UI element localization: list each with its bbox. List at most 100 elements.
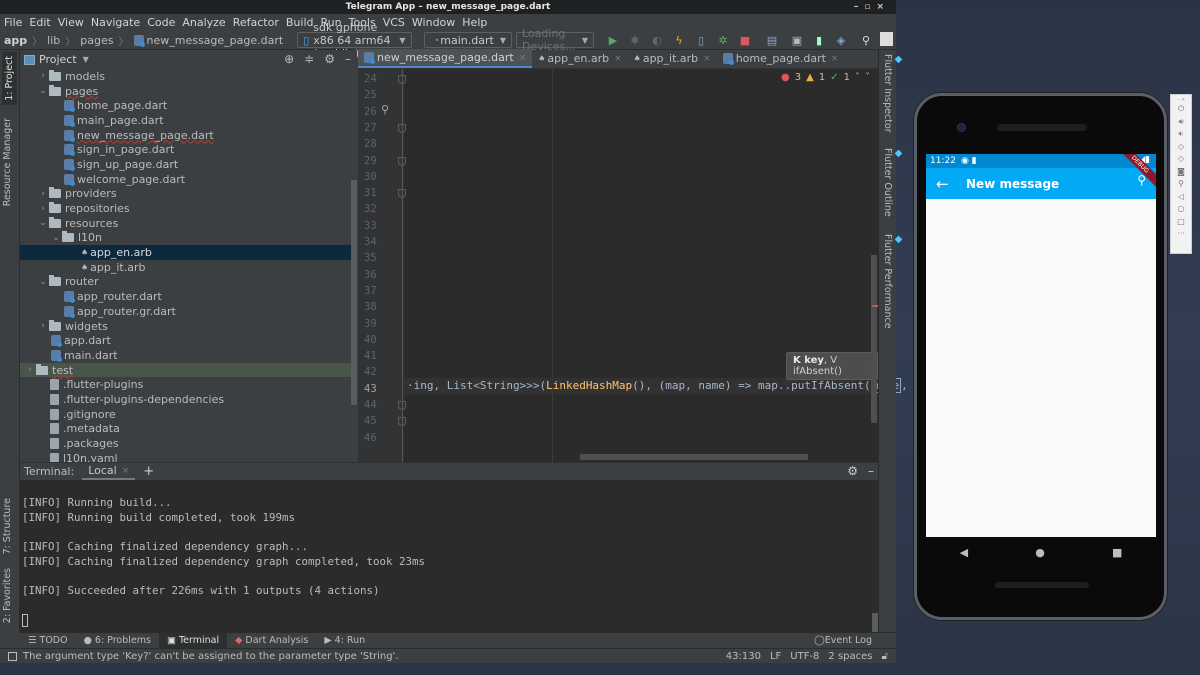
tree-item[interactable]: .flutter-plugins-dependencies xyxy=(20,392,357,407)
new-terminal-icon[interactable]: + xyxy=(143,464,154,479)
breadcrumb-pages[interactable]: pages xyxy=(80,34,113,47)
sdk-manager-icon[interactable]: ◈ xyxy=(833,32,849,48)
tool-window-problems[interactable]: ● 6: Problems xyxy=(76,633,159,649)
terminal-output[interactable]: [INFO] Running build... [INFO] Running bu… xyxy=(20,480,878,628)
tab-flutter-inspector[interactable]: ◆ Flutter Inspector xyxy=(882,54,904,133)
run-icon[interactable]: ▶ xyxy=(605,32,621,48)
status-message[interactable]: The argument type 'Key?' can't be assign… xyxy=(23,651,399,662)
terminal-tab-local[interactable]: Local × xyxy=(82,463,136,480)
tree-item[interactable]: › providers xyxy=(20,187,357,202)
tree-item[interactable]: ⌄ router xyxy=(20,275,357,290)
close-icon[interactable]: × xyxy=(703,54,711,64)
debug-icon[interactable]: ✱ xyxy=(627,32,643,48)
editor-tab[interactable]: new_message_page.dart × xyxy=(358,49,533,68)
volume-up-icon[interactable]: 🔊︎ xyxy=(1178,116,1183,129)
breadcrumb-file[interactable]: new_message_page.dart xyxy=(133,34,283,47)
collapse-all-icon[interactable]: ≑ xyxy=(304,52,314,66)
tree-item[interactable]: welcome_page.dart xyxy=(20,172,357,187)
run-config-selector[interactable]: • main.dart ▼ xyxy=(423,32,512,48)
attach-icon[interactable]: ◐ xyxy=(649,32,665,48)
menu-window[interactable]: Window xyxy=(412,16,455,29)
camera-icon[interactable]: ◙ xyxy=(1177,166,1185,179)
volume-down-icon[interactable]: 🔉︎ xyxy=(1178,128,1183,141)
tree-item[interactable]: ⌄ resources xyxy=(20,216,357,231)
device-selector[interactable]: ▯ sdk gphone x86 64 arm64 (mobile) ▼ xyxy=(297,21,412,60)
tree-item[interactable]: new_message_page.dart xyxy=(20,128,357,143)
terminal-icon[interactable]: ▣ xyxy=(789,32,805,48)
breadcrumb-app[interactable]: app xyxy=(4,34,27,47)
home-icon[interactable]: ○ xyxy=(1178,203,1185,216)
tree-item[interactable]: sign_up_page.dart xyxy=(20,157,357,172)
device-screen[interactable]: 11:22 ◉ ▮ ▾◢▮ ← New message ⚲ DEBUG xyxy=(926,154,1156,537)
tree-item[interactable]: .packages xyxy=(20,436,357,451)
caret-position[interactable]: 43:130 xyxy=(726,651,761,662)
tree-item[interactable]: › test xyxy=(20,362,357,378)
tool-window-run[interactable]: ▶ 4: Run xyxy=(316,633,373,649)
indent-setting[interactable]: 2 spaces xyxy=(828,651,872,662)
tree-item[interactable]: main_page.dart xyxy=(20,113,357,128)
chevron-right-icon[interactable]: › xyxy=(24,365,36,375)
code-line-43[interactable]: ·ing, List<String>>>(LinkedHashMap(), (m… xyxy=(407,378,908,393)
device-mirror-icon[interactable]: ▯ xyxy=(693,32,709,48)
lock-icon[interactable]: 🔓︎ xyxy=(882,651,888,662)
minimize-icon[interactable]: – xyxy=(854,2,865,12)
tree-item[interactable]: app.dart xyxy=(20,333,357,348)
tab-structure[interactable]: 7: Structure xyxy=(2,498,13,554)
locate-icon[interactable]: ⊕ xyxy=(284,52,294,66)
back-icon[interactable]: ◁ xyxy=(1178,191,1184,204)
menu-analyze[interactable]: Analyze xyxy=(182,16,225,29)
device-picker[interactable]: Loading Devices... ▼ xyxy=(516,27,594,53)
menu-edit[interactable]: Edit xyxy=(29,16,50,29)
close-icon[interactable]: × xyxy=(876,2,890,12)
chevron-right-icon[interactable]: › xyxy=(37,71,49,81)
close-icon[interactable]: × xyxy=(831,54,839,64)
chevron-down-icon[interactable]: ⌄ xyxy=(37,218,49,228)
close-icon[interactable]: × xyxy=(519,53,527,63)
tree-item[interactable]: ⌄ l10n xyxy=(20,231,357,246)
editor-tab[interactable]: ♠ app_en.arb × xyxy=(532,49,627,68)
search-icon[interactable]: ⚲ xyxy=(858,32,874,48)
hide-icon[interactable]: – xyxy=(345,52,351,66)
rotate-right-icon[interactable]: ◇ xyxy=(1178,153,1184,166)
project-scrollbar[interactable] xyxy=(351,180,357,405)
tree-item[interactable]: app_router.dart xyxy=(20,289,357,304)
tool-window-terminal[interactable]: ▣ Terminal xyxy=(158,632,228,649)
zoom-icon[interactable]: ⚲ xyxy=(1178,178,1184,191)
tab-project[interactable]: 1: Project xyxy=(2,52,17,105)
hide-icon[interactable]: – xyxy=(868,464,874,478)
stop-icon[interactable]: ■ xyxy=(737,32,753,48)
tab-flutter-outline[interactable]: ◆ Flutter Outline xyxy=(882,148,904,217)
maximize-icon[interactable]: ▫ xyxy=(864,2,876,12)
tab-flutter-performance[interactable]: ◆ Flutter Performance xyxy=(882,234,904,329)
chevron-down-icon[interactable]: ▼ xyxy=(83,55,89,64)
project-view-selector[interactable]: Project xyxy=(39,53,77,66)
gear-icon[interactable]: ⚙ xyxy=(847,464,858,478)
menu-build[interactable]: Build xyxy=(286,16,314,29)
menu-file[interactable]: File xyxy=(4,16,22,29)
tree-item[interactable]: › models xyxy=(20,69,357,84)
tree-item[interactable]: app_router.gr.dart xyxy=(20,304,357,319)
back-arrow-icon[interactable]: ← xyxy=(936,175,956,193)
user-icon[interactable] xyxy=(880,32,893,46)
chevron-right-icon[interactable]: › xyxy=(37,321,49,331)
chevron-down-icon[interactable]: ˅ xyxy=(865,72,870,83)
menu-code[interactable]: Code xyxy=(147,16,175,29)
terminal-scrollbar[interactable] xyxy=(872,613,878,633)
editor-tab[interactable]: ♠ app_it.arb × xyxy=(628,49,717,68)
tree-item[interactable]: sign_in_page.dart xyxy=(20,142,357,157)
tree-item[interactable]: .metadata xyxy=(20,422,357,437)
editor-horizontal-scrollbar[interactable] xyxy=(580,454,808,460)
nav-home-icon[interactable]: ● xyxy=(1035,546,1045,559)
tree-item[interactable]: ⌄ pages xyxy=(20,84,357,99)
menu-help[interactable]: Help xyxy=(462,16,487,29)
tree-item[interactable]: › repositories xyxy=(20,201,357,216)
chevron-right-icon[interactable]: › xyxy=(37,204,49,214)
gear-icon[interactable]: ⚙ xyxy=(324,52,335,66)
chevron-up-icon[interactable]: ˄ xyxy=(855,72,860,83)
breadcrumb-lib[interactable]: lib xyxy=(47,34,60,47)
tree-item[interactable]: ♠ app_en.arb xyxy=(20,245,357,260)
project-structure-icon[interactable]: ▤ xyxy=(764,32,780,48)
tree-item[interactable]: ♠ app_it.arb xyxy=(20,260,357,275)
chevron-right-icon[interactable]: › xyxy=(37,189,49,199)
tab-favorites[interactable]: 2: Favorites xyxy=(2,568,13,623)
